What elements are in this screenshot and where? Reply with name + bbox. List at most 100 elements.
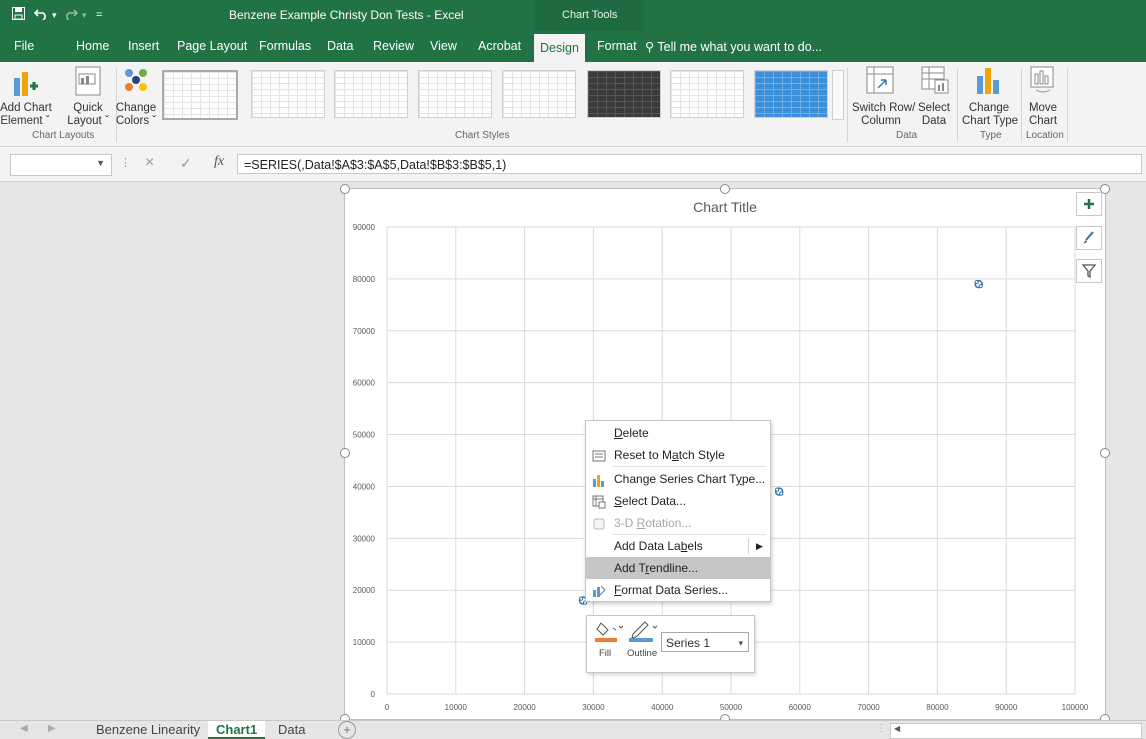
ribbon-separator <box>957 68 958 142</box>
chart-filters-button[interactable] <box>1076 259 1102 283</box>
tell-me-box[interactable]: ⚲ Tell me what you want to do... <box>645 39 822 54</box>
format-series-icon <box>592 583 606 597</box>
x-tick-label: 30000 <box>582 703 605 712</box>
switch-row-column-button[interactable]: Switch Row/ Column <box>852 102 915 128</box>
insert-function-icon[interactable]: fx <box>214 154 224 170</box>
change-chart-type-icon[interactable] <box>976 66 1000 97</box>
tab-data[interactable]: Data <box>327 39 353 53</box>
name-box[interactable]: ▼ <box>10 154 112 176</box>
sheet-tab-chart1[interactable]: Chart1 <box>208 721 266 739</box>
change-chart-type-button[interactable]: Change Chart Type <box>962 102 1018 128</box>
add-chart-element-icon[interactable] <box>12 68 40 101</box>
chart-style-7[interactable] <box>670 70 744 118</box>
tab-acrobat[interactable]: Acrobat <box>478 39 521 53</box>
submenu-arrow-icon: ▶ <box>756 541 763 551</box>
menu-item-change-series-chart-type[interactable]: Change Series Chart Type... <box>586 468 770 490</box>
redo-icon[interactable] <box>64 7 79 23</box>
save-icon[interactable] <box>12 7 25 23</box>
chart-style-2[interactable] <box>251 70 325 118</box>
chart-style-5[interactable] <box>502 70 576 118</box>
ribbon-body: Add Chart Element ˇ Quick Layout ˇ Chart… <box>0 62 1146 147</box>
chart-style-3[interactable] <box>334 70 408 118</box>
select-data-icon <box>592 494 606 509</box>
tab-review[interactable]: Review <box>373 39 414 53</box>
x-tick-label: 70000 <box>857 703 880 712</box>
resize-handle[interactable] <box>340 184 350 194</box>
name-box-dropdown-icon[interactable]: ▼ <box>96 158 105 168</box>
change-colors-button[interactable]: Change Colors ˇ <box>114 102 158 128</box>
filter-icon <box>1081 264 1097 279</box>
menu-item-add-trendline[interactable]: Add Trendline... <box>586 557 770 579</box>
select-data-icon[interactable] <box>921 66 949 97</box>
quick-layout-icon[interactable] <box>75 66 101 99</box>
point-selection-marker <box>974 279 979 285</box>
ribbon-separator <box>847 68 848 142</box>
mini-toolbar: Fill Outline Series 1 ▾ <box>586 615 755 673</box>
menu-item-add-data-labels[interactable]: Add Data Labels ▶ <box>586 535 770 557</box>
chart-elements-button[interactable] <box>1076 192 1102 216</box>
menu-item-select-data[interactable]: Select Data... <box>586 490 770 512</box>
tab-file[interactable]: File <box>14 39 34 53</box>
ribbon-separator <box>1021 68 1022 142</box>
tab-home[interactable]: Home <box>76 39 109 53</box>
chart-style-8[interactable] <box>754 70 828 118</box>
chart-style-6[interactable] <box>587 70 661 118</box>
scroll-left-arrow-icon[interactable]: ◀ <box>894 724 900 733</box>
resize-handle[interactable] <box>1100 448 1110 458</box>
outline-color-swatch <box>629 638 653 642</box>
y-tick-label: 80000 <box>353 275 376 284</box>
enter-icon[interactable]: ✓ <box>180 155 192 172</box>
resize-handle[interactable] <box>340 448 350 458</box>
redo-dropdown-icon[interactable]: ▾ <box>82 10 87 21</box>
menu-item-delete[interactable]: Delete <box>586 422 770 444</box>
x-tick-label: 20000 <box>513 703 536 712</box>
tab-insert[interactable]: Insert <box>128 39 159 53</box>
scroll-right-icon[interactable]: ▶ <box>48 723 56 734</box>
select-data-button[interactable]: Select Data <box>914 102 954 128</box>
outline-button[interactable]: Outline <box>627 620 659 659</box>
horizontal-scrollbar[interactable]: ◀ <box>890 723 1142 739</box>
chart-style-1[interactable] <box>162 70 238 120</box>
customize-qat-icon[interactable]: = <box>96 9 102 21</box>
x-tick-label: 80000 <box>926 703 949 712</box>
x-tick-label: 40000 <box>651 703 674 712</box>
add-sheet-button[interactable]: + <box>338 721 356 739</box>
palette-icon[interactable] <box>121 66 151 99</box>
fill-button[interactable]: Fill <box>595 620 624 659</box>
tab-page-layout[interactable]: Page Layout <box>177 39 247 53</box>
tab-view[interactable]: View <box>430 39 457 53</box>
menu-item-3d-rotation[interactable]: 3-D Rotation... <box>586 512 770 534</box>
move-chart-button[interactable]: Move Chart <box>1024 102 1062 128</box>
sheet-tab-benzene-linearity[interactable]: Benzene Linearity <box>88 721 208 739</box>
cancel-icon[interactable]: × <box>145 154 154 172</box>
chart-style-4[interactable] <box>418 70 492 118</box>
quick-layout-button[interactable]: Quick Layout ˇ <box>64 102 112 128</box>
tab-formulas[interactable]: Formulas <box>259 39 311 53</box>
undo-dropdown-icon[interactable]: ▾ <box>52 10 57 21</box>
location-group-label: Location <box>1026 130 1064 141</box>
tab-design[interactable]: Design <box>534 34 585 62</box>
gallery-scroll[interactable] <box>832 70 844 120</box>
undo-icon[interactable] <box>33 7 48 23</box>
chart-styles-button[interactable] <box>1076 226 1102 250</box>
menu-item-reset-style[interactable]: Reset to Match Style <box>586 444 770 466</box>
move-chart-icon[interactable] <box>1030 66 1056 97</box>
add-chart-element-button[interactable]: Add Chart Element ˇ <box>0 102 52 128</box>
formula-input[interactable]: =SERIES(,Data!$A$3:$A$5,Data!$B$3:$B$5,1… <box>237 154 1142 174</box>
sheet-tab-data[interactable]: Data <box>270 721 313 739</box>
switch-row-column-icon[interactable] <box>866 66 894 97</box>
ribbon-tabs: File Home Insert Page Layout Formulas Da… <box>0 31 1146 62</box>
chart-styles-group-label: Chart Styles <box>455 130 510 141</box>
fill-color-swatch <box>595 638 617 642</box>
menu-item-format-data-series[interactable]: Format Data Series... <box>586 579 770 601</box>
resize-handle[interactable] <box>720 184 730 194</box>
lightbulb-icon: ⚲ <box>645 40 655 54</box>
tab-format[interactable]: Format <box>597 39 637 53</box>
scroll-left-icon[interactable]: ◀ <box>20 723 28 734</box>
paint-bucket-icon <box>595 622 624 642</box>
series-select[interactable]: Series 1 ▾ <box>661 632 749 652</box>
tell-me-text: Tell me what you want to do... <box>657 40 823 54</box>
chart-layouts-group-label: Chart Layouts <box>32 130 95 141</box>
y-tick-label: 40000 <box>353 482 376 491</box>
tab-split-icon[interactable]: ⋮ <box>876 723 886 734</box>
